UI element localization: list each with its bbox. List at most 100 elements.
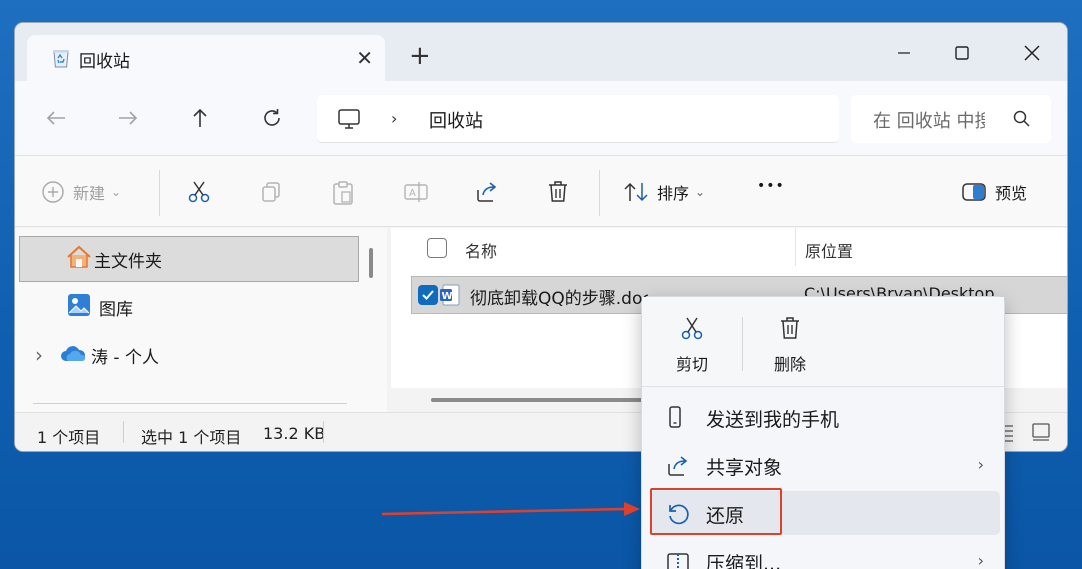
recycle-bin-icon [51, 47, 71, 73]
toolbar-divider [159, 170, 160, 216]
sidebar-item-label: 主文件夹 [94, 251, 162, 272]
preview-button[interactable]: 预览 [961, 180, 1027, 204]
phone-icon [666, 406, 684, 432]
menu-item-send-to-phone[interactable]: 发送到我的手机 [650, 395, 1000, 439]
share-icon [666, 454, 690, 482]
plus-circle-icon [42, 181, 64, 203]
horizontal-scrollbar[interactable] [431, 398, 661, 402]
menu-item-label: 压缩到... [706, 553, 782, 569]
copy-button[interactable] [259, 180, 283, 204]
menu-item-share[interactable]: 共享对象 › [650, 443, 1000, 487]
scissors-icon [188, 181, 210, 203]
svg-text:A: A [409, 188, 416, 199]
computer-icon [337, 108, 361, 134]
column-header-location[interactable]: 原位置 [805, 238, 853, 262]
status-item-count: 1 个项目 [37, 428, 101, 447]
expand-chevron-icon[interactable]: › [35, 343, 43, 367]
annotation-arrow-icon [381, 502, 640, 516]
chevron-down-icon: ⌄ [111, 185, 122, 199]
svg-text:W: W [442, 291, 453, 302]
sidebar-item-onedrive[interactable]: › 涛 - 个人 [19, 332, 359, 378]
close-window-button[interactable] [1009, 33, 1055, 73]
sidebar-item-home[interactable]: 主文件夹 [19, 236, 359, 282]
arrow-up-icon [193, 108, 207, 127]
home-icon [66, 245, 92, 273]
minimize-button[interactable] [881, 33, 927, 73]
context-delete-button[interactable]: 删除 [742, 315, 838, 375]
cloud-icon [59, 343, 87, 367]
sidebar-item-label: 图库 [99, 299, 133, 320]
new-tab-button[interactable]: + [409, 43, 431, 69]
menu-item-label: 发送到我的手机 [706, 409, 840, 431]
refresh-icon [264, 109, 280, 126]
minimize-icon [898, 52, 910, 54]
address-bar[interactable]: › 回收站 [317, 95, 839, 143]
rename-button[interactable]: A [403, 180, 429, 204]
context-quick-actions: 剪切 删除 [642, 297, 1004, 387]
checkmark-icon [422, 290, 434, 300]
sidebar-scrollbar[interactable] [369, 248, 373, 278]
maximize-button[interactable] [939, 33, 985, 73]
chevron-right-icon: › [977, 455, 984, 474]
context-cut-label: 剪切 [675, 355, 708, 374]
tab-label: 回收站 [79, 52, 130, 72]
up-button[interactable] [185, 103, 215, 133]
title-bar: 回收站 ✕ + [15, 23, 1067, 87]
chevron-right-icon: › [977, 551, 984, 569]
select-all-checkbox[interactable] [427, 238, 447, 258]
word-document-icon: W [440, 284, 460, 310]
new-label: 新建 [73, 184, 106, 203]
menu-item-compress[interactable]: 压缩到... › [650, 539, 1000, 569]
context-delete-label: 删除 [773, 355, 806, 374]
preview-pane-icon [962, 183, 986, 201]
annotation-highlight-box [650, 488, 782, 535]
sidebar-item-label: 涛 - 个人 [91, 347, 159, 368]
address-separator[interactable]: › [391, 109, 397, 128]
toolbar-divider [599, 170, 600, 216]
sidebar-divider [33, 403, 347, 404]
share-button[interactable] [475, 180, 499, 204]
tab-recycle-bin[interactable]: 回收站 ✕ [27, 35, 385, 81]
context-cut-button[interactable]: 剪切 [644, 315, 740, 375]
paste-button[interactable] [331, 180, 355, 206]
status-divider [123, 421, 124, 443]
chevron-down-icon: ⌄ [695, 185, 706, 199]
new-button[interactable]: 新建 ⌄ [41, 180, 121, 204]
status-size: 13.2 KB [263, 424, 326, 443]
command-bar: 新建 ⌄ A 排序 ⌄ ••• 预览 [15, 155, 1067, 227]
status-divider [323, 421, 324, 443]
search-box[interactable]: 在 回收站 中搜索 [851, 95, 1051, 143]
navigation-bar: › 回收站 在 回收站 中搜索 [15, 81, 1067, 155]
search-icon[interactable] [1013, 110, 1031, 132]
sort-button[interactable]: 排序 ⌄ [623, 180, 705, 204]
sort-icon [624, 182, 648, 202]
preview-label: 预览 [995, 184, 1028, 203]
tab-close-icon[interactable]: ✕ [356, 46, 373, 70]
forward-button[interactable] [113, 103, 143, 133]
column-header-name[interactable]: 名称 [465, 238, 497, 262]
maximize-icon [955, 46, 969, 60]
address-path[interactable]: 回收站 [429, 107, 483, 133]
cut-button[interactable] [187, 180, 211, 204]
arrow-left-icon [46, 111, 65, 125]
gallery-icon [67, 293, 91, 321]
column-divider [795, 228, 796, 266]
sidebar-item-gallery[interactable]: 图库 [19, 284, 359, 330]
clipboard-icon [333, 181, 353, 205]
search-placeholder: 在 回收站 中搜索 [873, 111, 985, 132]
status-selection: 选中 1 个项目 [141, 428, 242, 447]
row-checkbox[interactable] [418, 285, 438, 305]
back-button[interactable] [41, 103, 71, 133]
column-header-row: 名称 原位置 [391, 228, 1067, 272]
navigation-pane: 主文件夹 图库 › 涛 - 个人 [15, 228, 387, 412]
scissors-icon [681, 317, 703, 340]
delete-button[interactable] [547, 180, 569, 204]
trash-icon [781, 317, 799, 339]
rename-icon: A [404, 182, 428, 202]
tiles-view-icon[interactable] [1031, 422, 1051, 446]
more-options-button[interactable]: ••• [757, 178, 785, 194]
sort-label: 排序 [657, 184, 690, 203]
trash-icon [549, 181, 567, 202]
zip-folder-icon [666, 550, 690, 569]
refresh-button[interactable] [257, 103, 287, 133]
